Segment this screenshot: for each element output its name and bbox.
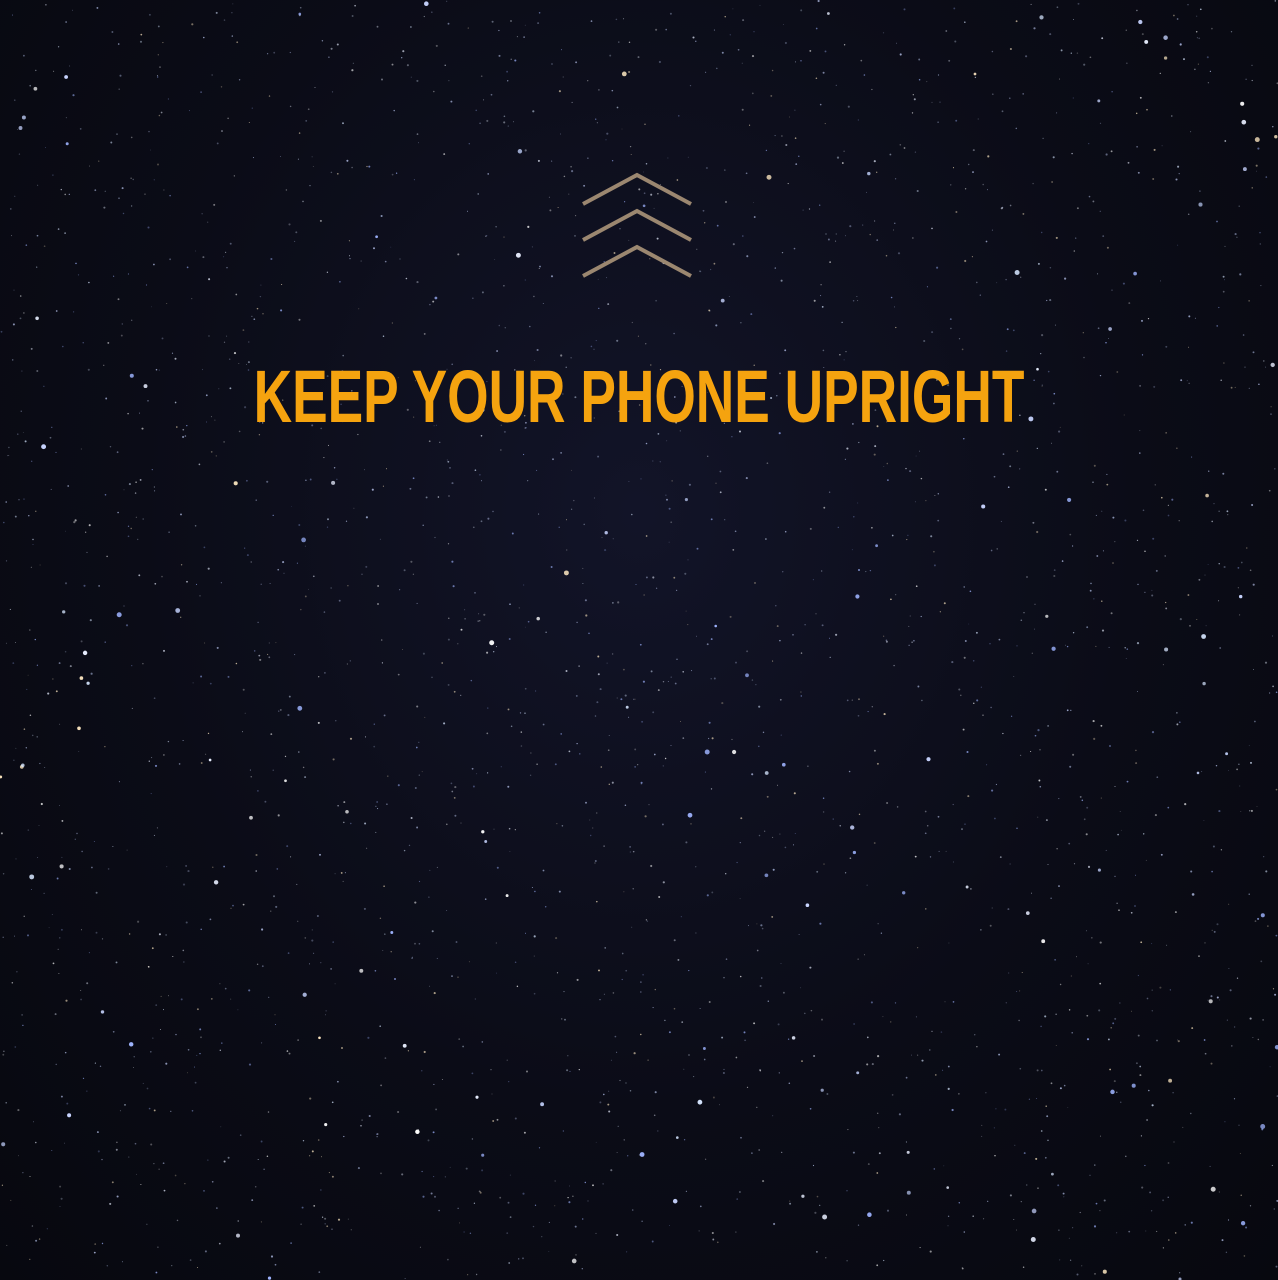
instruction-headline: KEEP YOUR PHONE UPRIGHT	[253, 355, 1025, 438]
triple-chevron-up-icon	[582, 172, 692, 278]
night-sky-instruction-screen: KEEP YOUR PHONE UPRIGHT	[0, 0, 1278, 1280]
